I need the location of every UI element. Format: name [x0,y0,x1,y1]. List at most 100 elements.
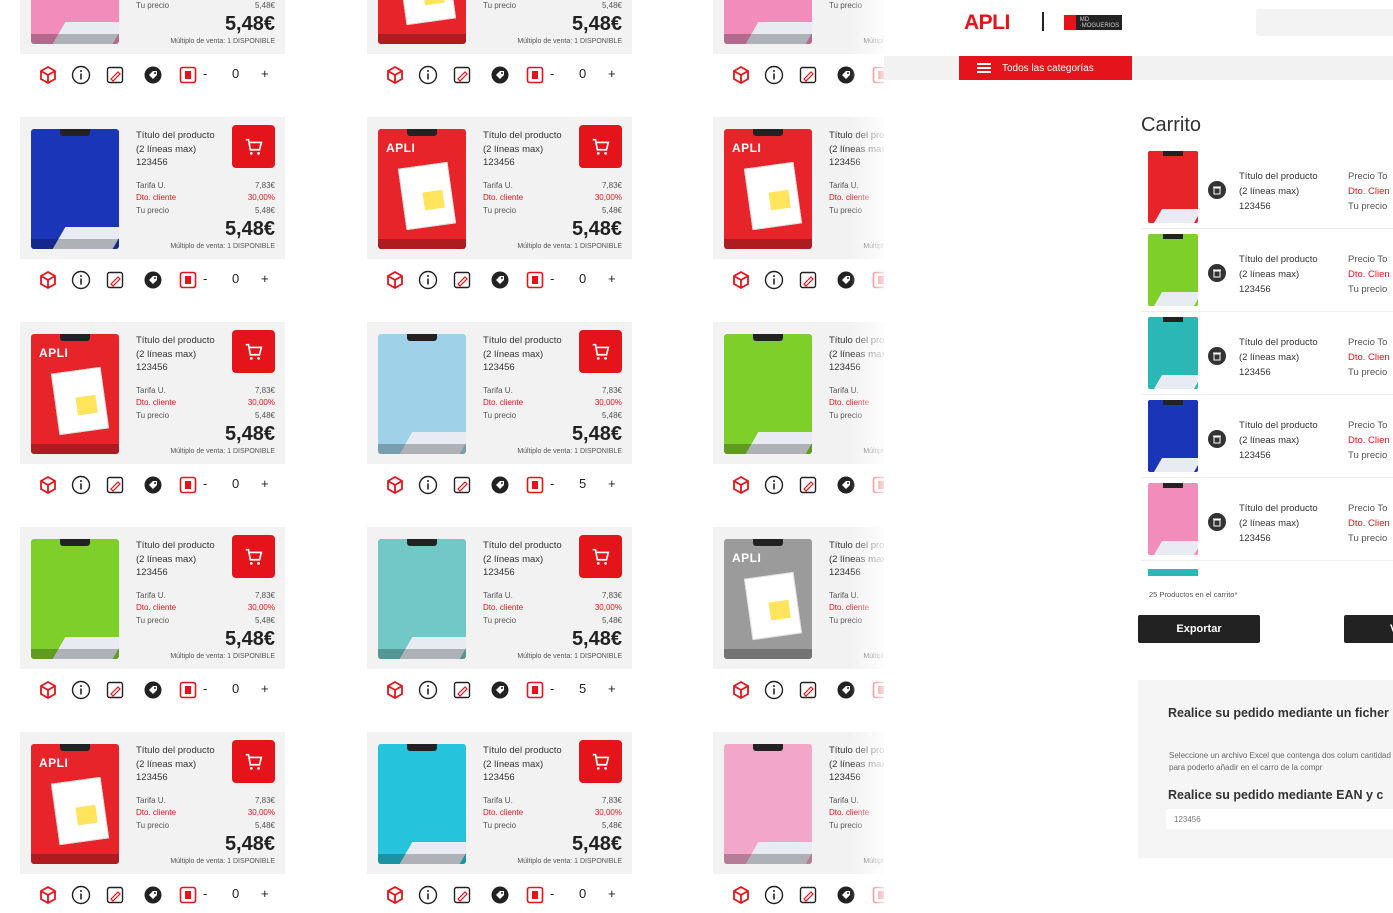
cart-list[interactable]: Título del producto (2 líneas max) 123456 P… [1141,146,1393,576]
qty-minus-button[interactable]: - [203,66,207,81]
price-tag-icon[interactable] [836,65,856,85]
document-icon[interactable] [178,475,198,495]
document-icon[interactable] [525,475,545,495]
product-card[interactable]: Título del producto(2 líneas max)123456T… [20,527,285,710]
product-title[interactable]: Título del producto (2 líneas max) 123456 [829,539,884,580]
product-card[interactable]: Título del producto(2 líneas max)123456T… [367,322,632,505]
box-icon[interactable] [385,475,405,495]
box-icon[interactable] [38,885,58,905]
box-icon[interactable] [731,65,751,85]
product-title[interactable]: Título del producto (2 líneas max) 123456 [483,334,583,375]
cart-item[interactable]: Título del producto (2 líneas max) 123456 P… [1141,229,1393,312]
box-icon[interactable] [731,270,751,290]
box-icon[interactable] [731,885,751,905]
product-card[interactable]: Título del producto(2 líneas max)123456T… [20,117,285,300]
qty-plus-button[interactable]: + [261,886,269,901]
cart-item[interactable]: Título del producto (2 líneas max) 123456 P… [1141,312,1393,395]
product-image[interactable]: APLI [31,334,119,454]
price-tag-icon[interactable] [143,65,163,85]
product-image[interactable]: APLI [378,129,466,249]
tag-edit-icon[interactable] [798,475,818,495]
info-icon[interactable] [71,680,91,700]
product-card[interactable]: APLITítulo del producto(2 líneas max)123… [367,0,632,95]
tag-edit-icon[interactable] [452,270,472,290]
info-icon[interactable] [764,65,784,85]
box-icon[interactable] [38,475,58,495]
document-icon[interactable] [525,270,545,290]
qty-minus-button[interactable]: - [550,271,554,286]
qty-plus-button[interactable]: + [261,66,269,81]
product-title[interactable]: Título del producto (2 líneas max) 123456 [829,334,884,375]
tag-edit-icon[interactable] [105,475,125,495]
qty-value[interactable]: 0 [232,66,239,81]
tag-edit-icon[interactable] [452,885,472,905]
product-card[interactable]: Título del producto(2 líneas max)123456T… [713,322,884,505]
delete-item-button[interactable] [1208,513,1226,531]
product-image[interactable] [31,0,119,44]
product-card[interactable]: APLI Título del producto(2 líneas max)123… [713,527,884,710]
qty-minus-button[interactable]: - [550,476,554,491]
product-title[interactable]: Título del producto (2 líneas max) 123456 [136,744,236,785]
qty-plus-button[interactable]: + [608,886,616,901]
document-icon[interactable] [871,65,884,85]
price-tag-icon[interactable] [490,475,510,495]
tag-edit-icon[interactable] [798,270,818,290]
price-tag-icon[interactable] [836,475,856,495]
info-icon[interactable] [418,885,438,905]
export-button[interactable]: Exportar [1138,615,1260,643]
product-title[interactable]: Título del producto (2 líneas max) 123456 [483,539,583,580]
price-tag-icon[interactable] [143,680,163,700]
qty-plus-button[interactable]: + [261,271,269,286]
sub-brand-logo[interactable]: MD ·MOGUERIOS [1064,15,1122,30]
cart-item[interactable]: Título del producto (2 líneas max) 123456 P… [1141,395,1393,478]
document-icon[interactable] [525,885,545,905]
box-icon[interactable] [385,680,405,700]
product-title[interactable]: Título del producto (2 líneas max) 123456 [483,129,583,170]
qty-minus-button[interactable]: - [550,886,554,901]
product-title[interactable]: Título del producto (2 líneas max) 123456 [483,744,583,785]
qty-value[interactable]: 0 [232,271,239,286]
product-image[interactable]: APLI [724,539,812,659]
info-icon[interactable] [764,885,784,905]
product-image[interactable] [724,0,812,44]
secondary-cart-button[interactable]: V [1344,615,1393,643]
info-icon[interactable] [71,885,91,905]
tag-edit-icon[interactable] [452,680,472,700]
document-icon[interactable] [178,885,198,905]
product-card[interactable]: APLI Título del producto(2 líneas max)123… [20,732,285,913]
qty-minus-button[interactable]: - [203,476,207,491]
search-input[interactable] [1256,9,1393,36]
qty-value[interactable]: 5 [579,476,586,491]
info-icon[interactable] [418,65,438,85]
qty-minus-button[interactable]: - [203,886,207,901]
document-icon[interactable] [178,65,198,85]
info-icon[interactable] [418,680,438,700]
product-image[interactable]: APLI [31,744,119,864]
info-icon[interactable] [71,475,91,495]
delete-item-button[interactable] [1208,430,1226,448]
info-icon[interactable] [71,65,91,85]
price-tag-icon[interactable] [143,475,163,495]
info-icon[interactable] [764,680,784,700]
apli-logo[interactable]: APLI [964,11,1010,35]
qty-value[interactable]: 0 [232,476,239,491]
tag-edit-icon[interactable] [105,885,125,905]
info-icon[interactable] [764,475,784,495]
delete-item-button[interactable] [1208,181,1226,199]
qty-value[interactable]: 5 [579,681,586,696]
info-icon[interactable] [418,270,438,290]
product-image[interactable]: APLI [378,0,466,44]
box-icon[interactable] [38,270,58,290]
price-tag-icon[interactable] [490,885,510,905]
tag-edit-icon[interactable] [798,65,818,85]
tag-edit-icon[interactable] [105,680,125,700]
qty-minus-button[interactable]: - [203,681,207,696]
cart-item[interactable]: Título del producto (2 líneas max) 123456 P… [1141,146,1393,229]
product-image[interactable]: APLI [724,129,812,249]
add-to-cart-button[interactable] [579,740,622,783]
document-icon[interactable] [871,475,884,495]
box-icon[interactable] [731,680,751,700]
qty-value[interactable]: 0 [232,681,239,696]
qty-minus-button[interactable]: - [550,681,554,696]
tag-edit-icon[interactable] [798,680,818,700]
